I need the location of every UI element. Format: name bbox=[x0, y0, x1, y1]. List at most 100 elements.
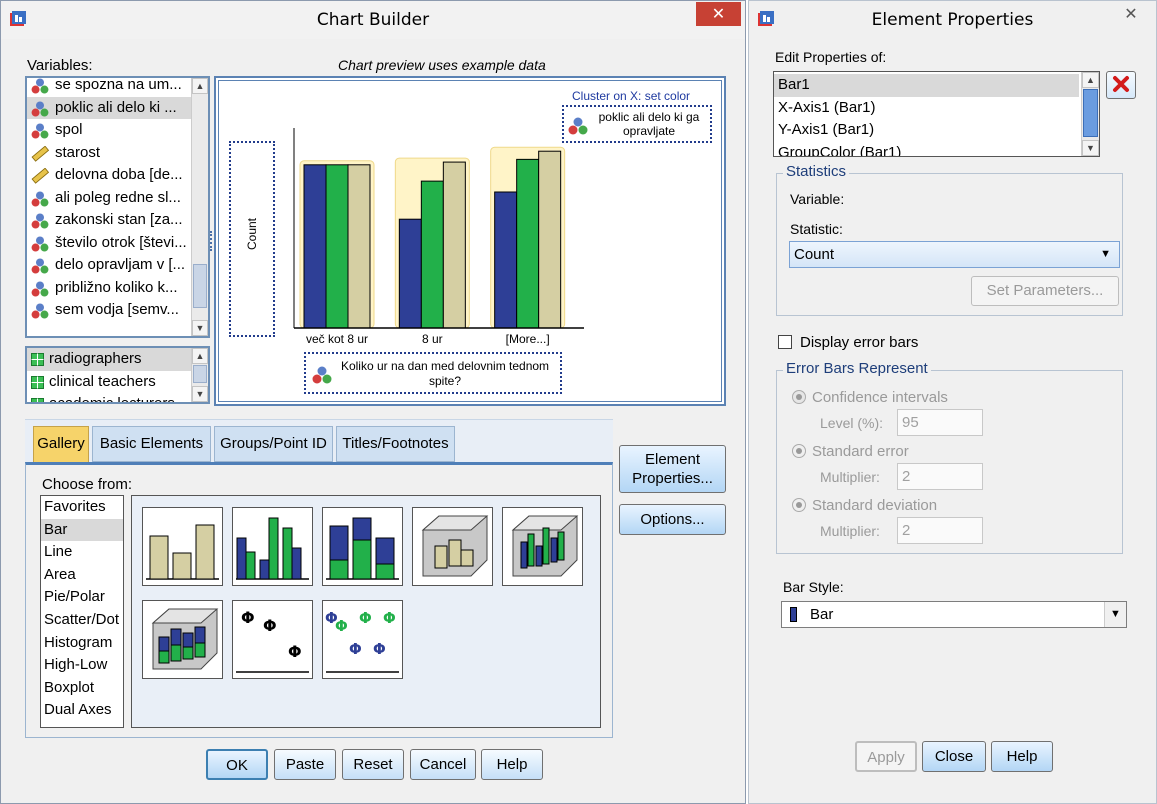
variable-list-item[interactable]: poklic ali delo ki ... bbox=[27, 96, 191, 119]
bar[interactable] bbox=[303, 164, 327, 329]
category-list-item[interactable]: clinical teachers bbox=[27, 371, 191, 394]
chart-type-item[interactable]: Pie/Polar bbox=[41, 586, 123, 609]
chart-builder-titlebar: Chart Builder ✕ bbox=[1, 1, 745, 39]
category-list-item[interactable]: radiographers bbox=[27, 348, 191, 371]
multiplier-input-2[interactable]: 2 bbox=[897, 517, 983, 544]
y-axis-drop-zone[interactable]: Count bbox=[229, 141, 275, 337]
chart-preview-canvas[interactable]: Cluster on X: set color poklic ali delo … bbox=[214, 76, 726, 406]
category-list-item[interactable]: academic lecturers bbox=[27, 393, 191, 402]
x-axis-drop-zone[interactable]: Koliko ur na dan med delovnim tednom spi… bbox=[304, 352, 562, 394]
chart-type-item[interactable]: Area bbox=[41, 564, 123, 587]
close-button[interactable]: Close bbox=[922, 741, 986, 772]
variable-name: število otrok [števi... bbox=[55, 233, 187, 251]
tab-titles-footnotes[interactable]: Titles/Footnotes bbox=[336, 426, 455, 462]
variable-list-item[interactable]: zakonski stan [za... bbox=[27, 209, 191, 232]
error-bar-icon: Φ ΦΦ bbox=[236, 608, 309, 673]
properties-element-list[interactable]: Bar1 X-Axis1 (Bar1) Y-Axis1 (Bar1) GroupCol… bbox=[773, 71, 1100, 157]
statistic-dropdown[interactable]: Count ▼ bbox=[789, 241, 1120, 268]
bar[interactable] bbox=[538, 150, 562, 329]
scroll-thumb[interactable] bbox=[193, 264, 207, 308]
variable-list-item[interactable]: se spozna na um... bbox=[27, 78, 191, 97]
variable-list-item[interactable]: število otrok [števi... bbox=[27, 232, 191, 255]
ok-button[interactable]: OK bbox=[206, 749, 268, 780]
standard-deviation-radio[interactable] bbox=[792, 498, 806, 512]
element-properties-button[interactable]: Element Properties... bbox=[619, 445, 726, 493]
help-button[interactable]: Help bbox=[481, 749, 543, 780]
property-element-item[interactable]: Y-Axis1 (Bar1) bbox=[774, 119, 1079, 142]
close-icon[interactable]: ✕ bbox=[696, 2, 741, 26]
chart-type-list[interactable]: Favorites Bar Line Area Pie/Polar Scatter/Dot… bbox=[40, 495, 124, 728]
categories-scrollbar[interactable]: ▲ ▼ bbox=[191, 348, 208, 402]
3d-clustered-bar-thumbnail[interactable] bbox=[502, 507, 583, 586]
scroll-down-icon[interactable]: ▼ bbox=[1082, 140, 1099, 156]
simple-error-bar-thumbnail[interactable]: ΦΦΦ bbox=[232, 600, 313, 679]
display-error-bars-checkbox[interactable] bbox=[778, 335, 792, 349]
variable-list-item[interactable]: delo opravljam v [... bbox=[27, 254, 191, 277]
close-icon[interactable]: ✕ bbox=[1116, 3, 1146, 25]
bar[interactable] bbox=[347, 164, 371, 329]
apply-button[interactable]: Apply bbox=[855, 741, 917, 772]
chart-type-item[interactable]: Dual Axes bbox=[41, 699, 123, 722]
scroll-down-icon[interactable]: ▼ bbox=[192, 320, 208, 336]
scroll-thumb[interactable] bbox=[193, 365, 207, 383]
chart-type-item[interactable]: Histogram bbox=[41, 632, 123, 655]
chart-type-item[interactable]: High-Low bbox=[41, 654, 123, 677]
variable-list-item[interactable]: ali poleg redne sl... bbox=[27, 187, 191, 210]
bar[interactable] bbox=[398, 218, 422, 329]
scroll-up-icon[interactable]: ▲ bbox=[192, 348, 208, 364]
chart-type-item[interactable]: Bar bbox=[41, 518, 123, 542]
help-button[interactable]: Help bbox=[991, 741, 1053, 772]
property-element-item[interactable]: GroupColor (Bar1) bbox=[774, 142, 1079, 157]
properties-scrollbar[interactable]: ▲ ▼ bbox=[1081, 72, 1099, 156]
stacked-bar-thumbnail[interactable] bbox=[322, 507, 403, 586]
gallery-panel: Choose from: Favorites Bar Line Area Pie/Pol… bbox=[25, 462, 613, 738]
set-parameters-button[interactable]: Set Parameters... bbox=[971, 276, 1119, 306]
bar[interactable] bbox=[325, 164, 349, 329]
paste-button[interactable]: Paste bbox=[274, 749, 336, 780]
confidence-intervals-radio[interactable] bbox=[792, 390, 806, 404]
cancel-button[interactable]: Cancel bbox=[410, 749, 476, 780]
bar[interactable] bbox=[442, 161, 466, 329]
simple-bar-thumbnail[interactable] bbox=[142, 507, 223, 586]
chart-type-item[interactable]: Boxplot bbox=[41, 677, 123, 700]
svg-text:Φ: Φ bbox=[383, 609, 396, 627]
tab-groups-point-id[interactable]: Groups/Point ID bbox=[214, 426, 333, 462]
bar[interactable] bbox=[516, 158, 540, 329]
bar[interactable] bbox=[494, 191, 518, 329]
variable-list-item[interactable]: približno koliko k... bbox=[27, 277, 191, 300]
options-button[interactable]: Options... bbox=[619, 504, 726, 535]
delete-element-button[interactable] bbox=[1106, 71, 1136, 99]
variable-name: ali poleg redne sl... bbox=[55, 188, 181, 206]
property-element-item[interactable]: Bar1 bbox=[774, 74, 1079, 97]
chart-type-item[interactable]: Scatter/Dot bbox=[41, 609, 123, 632]
3d-stacked-bar-thumbnail[interactable] bbox=[142, 600, 223, 679]
variable-list-item[interactable]: starost bbox=[27, 142, 191, 165]
property-element-item[interactable]: X-Axis1 (Bar1) bbox=[774, 97, 1079, 120]
scroll-thumb[interactable] bbox=[1083, 89, 1098, 137]
scroll-down-icon[interactable]: ▼ bbox=[192, 386, 208, 402]
tab-basic-elements[interactable]: Basic Elements bbox=[92, 426, 211, 462]
tab-gallery[interactable]: Gallery bbox=[33, 426, 89, 465]
variables-list[interactable]: se spozna na um... poklic ali delo ki ...… bbox=[25, 76, 210, 338]
reset-button[interactable]: Reset bbox=[342, 749, 404, 780]
clustered-bar-thumbnail[interactable] bbox=[232, 507, 313, 586]
chart-type-item[interactable]: Favorites bbox=[41, 496, 123, 519]
3d-bar-thumbnail[interactable] bbox=[412, 507, 493, 586]
variable-list-item[interactable]: sem vodja [semv... bbox=[27, 299, 191, 322]
variables-scrollbar[interactable]: ▲ ▼ bbox=[191, 78, 208, 336]
chart-builder-window: Chart Builder ✕ Variables: Chart preview… bbox=[0, 0, 746, 804]
scroll-up-icon[interactable]: ▲ bbox=[1082, 72, 1099, 88]
scroll-up-icon[interactable]: ▲ bbox=[192, 78, 208, 94]
chart-type-item[interactable]: Line bbox=[41, 541, 123, 564]
bar[interactable] bbox=[420, 180, 444, 329]
bar-style-dropdown[interactable]: Bar ▼ bbox=[781, 601, 1127, 628]
variable-name: delo opravljam v [... bbox=[55, 256, 186, 273]
multiplier-input[interactable]: 2 bbox=[897, 463, 983, 490]
standard-error-radio[interactable] bbox=[792, 444, 806, 458]
categories-list[interactable]: radiographers clinical teachers academic l… bbox=[25, 346, 210, 404]
level-input[interactable]: 95 bbox=[897, 409, 983, 436]
variable-list-item[interactable]: spol bbox=[27, 119, 191, 142]
chevron-down-icon[interactable]: ▼ bbox=[1104, 602, 1126, 627]
variable-list-item[interactable]: delovna doba [de... bbox=[27, 164, 191, 187]
clustered-error-bar-thumbnail[interactable]: ΦΦΦΦΦΦ bbox=[322, 600, 403, 679]
